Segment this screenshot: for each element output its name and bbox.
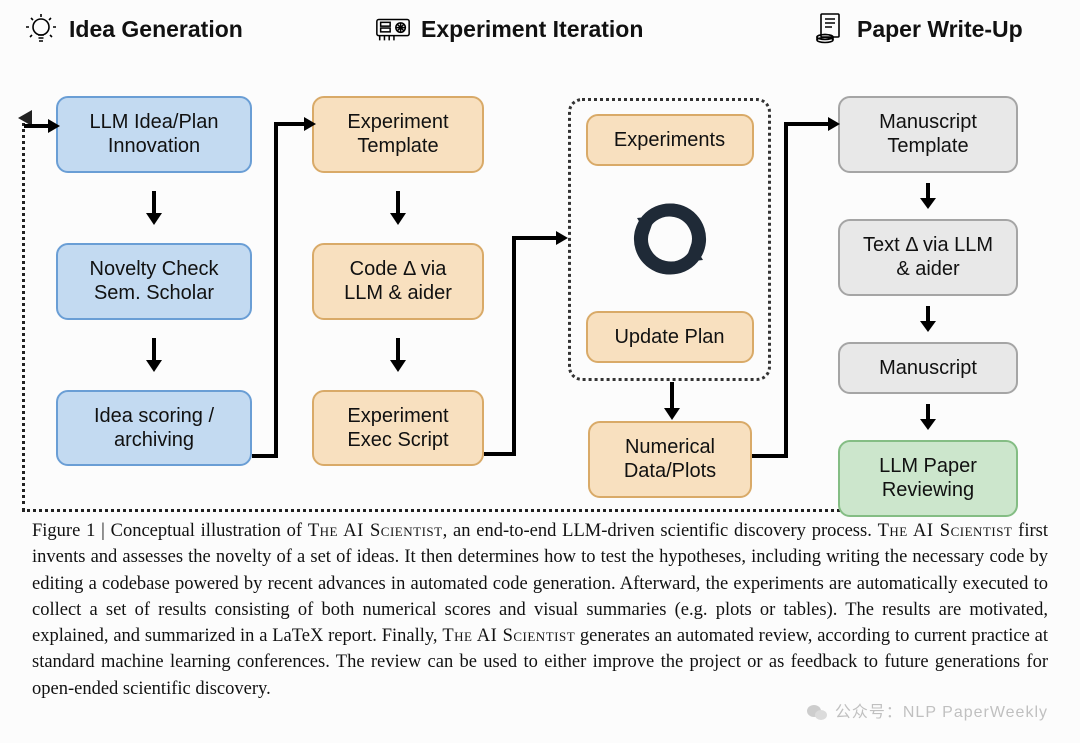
arrow-down-icon	[143, 338, 165, 372]
feedback-loop-arrowhead	[18, 110, 38, 131]
lightbulb-icon	[22, 10, 60, 48]
arrow-down-icon	[387, 191, 409, 225]
caption-text-1: Conceptual illustration of	[111, 521, 308, 541]
header-idea-generation: Idea Generation	[22, 10, 330, 48]
watermark-name: NLP PaperWeekly	[903, 704, 1048, 721]
node-manuscript: Manuscript	[838, 342, 1018, 394]
caption-sc-1: The AI Scientist	[308, 521, 443, 541]
figure-caption: Figure 1 | Conceptual illustration of Th…	[12, 494, 1068, 702]
node-novelty-check: Novelty Check Sem. Scholar	[56, 243, 252, 320]
header-experiment-iteration: Experiment Iteration	[330, 10, 780, 48]
experiment-loop-box: Experiments Update Plan	[568, 98, 771, 381]
papers-icon	[810, 10, 848, 48]
node-experiments: Experiments	[586, 114, 754, 166]
arrow-loop-to-data	[661, 382, 683, 420]
caption-text-2: , an end-to-end LLM-driven scientific di…	[443, 521, 878, 541]
caption-sc-2: The AI Scientist	[878, 521, 1013, 541]
header-idea-label: Idea Generation	[69, 16, 243, 43]
caption-sc-3: The AI Scientist	[442, 626, 575, 646]
node-idea-plan: LLM Idea/Plan Innovation	[56, 96, 252, 173]
paper-column: Manuscript Template Text Δ via LLM & aid…	[838, 96, 1018, 517]
header-paper-label: Paper Write-Up	[857, 16, 1023, 43]
experiment-column: Experiment Template Code Δ via LLM & aid…	[312, 96, 484, 466]
header-paper-writeup: Paper Write-Up	[780, 10, 1058, 48]
idea-generation-column: LLM Idea/Plan Innovation Novelty Check S…	[56, 96, 252, 466]
watermark-prefix: 公众号：	[835, 704, 903, 721]
node-numerical-data: Numerical Data/Plots	[588, 421, 752, 498]
node-idea-scoring: Idea scoring / archiving	[56, 390, 252, 467]
node-experiment-template: Experiment Template	[312, 96, 484, 173]
gpu-icon	[374, 10, 412, 48]
section-headers: Idea Generation Experiment Iteration	[12, 10, 1068, 56]
caption-label: Figure 1	[32, 521, 95, 541]
arrow-down-icon	[143, 191, 165, 225]
arrow-down-icon	[917, 404, 939, 430]
diagram-canvas: LLM Idea/Plan Innovation Novelty Check S…	[12, 56, 1068, 494]
arrow-col2-to-col3	[484, 226, 570, 466]
node-code-delta: Code Δ via LLM & aider	[312, 243, 484, 320]
arrow-down-icon	[917, 306, 939, 332]
cycle-icon	[625, 194, 715, 284]
wechat-icon	[805, 701, 829, 725]
node-exec-script: Experiment Exec Script	[312, 390, 484, 467]
node-manuscript-template: Manuscript Template	[838, 96, 1018, 173]
node-paper-reviewing: LLM Paper Reviewing	[838, 440, 1018, 517]
arrow-down-icon	[917, 183, 939, 209]
arrow-down-icon	[387, 338, 409, 372]
watermark: 公众号：NLP PaperWeekly	[805, 698, 1048, 725]
caption-sep: |	[95, 521, 110, 541]
node-update-plan: Update Plan	[586, 311, 754, 363]
header-experiment-label: Experiment Iteration	[421, 16, 643, 43]
node-text-delta: Text Δ via LLM & aider	[838, 219, 1018, 296]
arrow-col1-to-col2	[252, 110, 318, 468]
experiment-output: Numerical Data/Plots	[588, 421, 752, 498]
